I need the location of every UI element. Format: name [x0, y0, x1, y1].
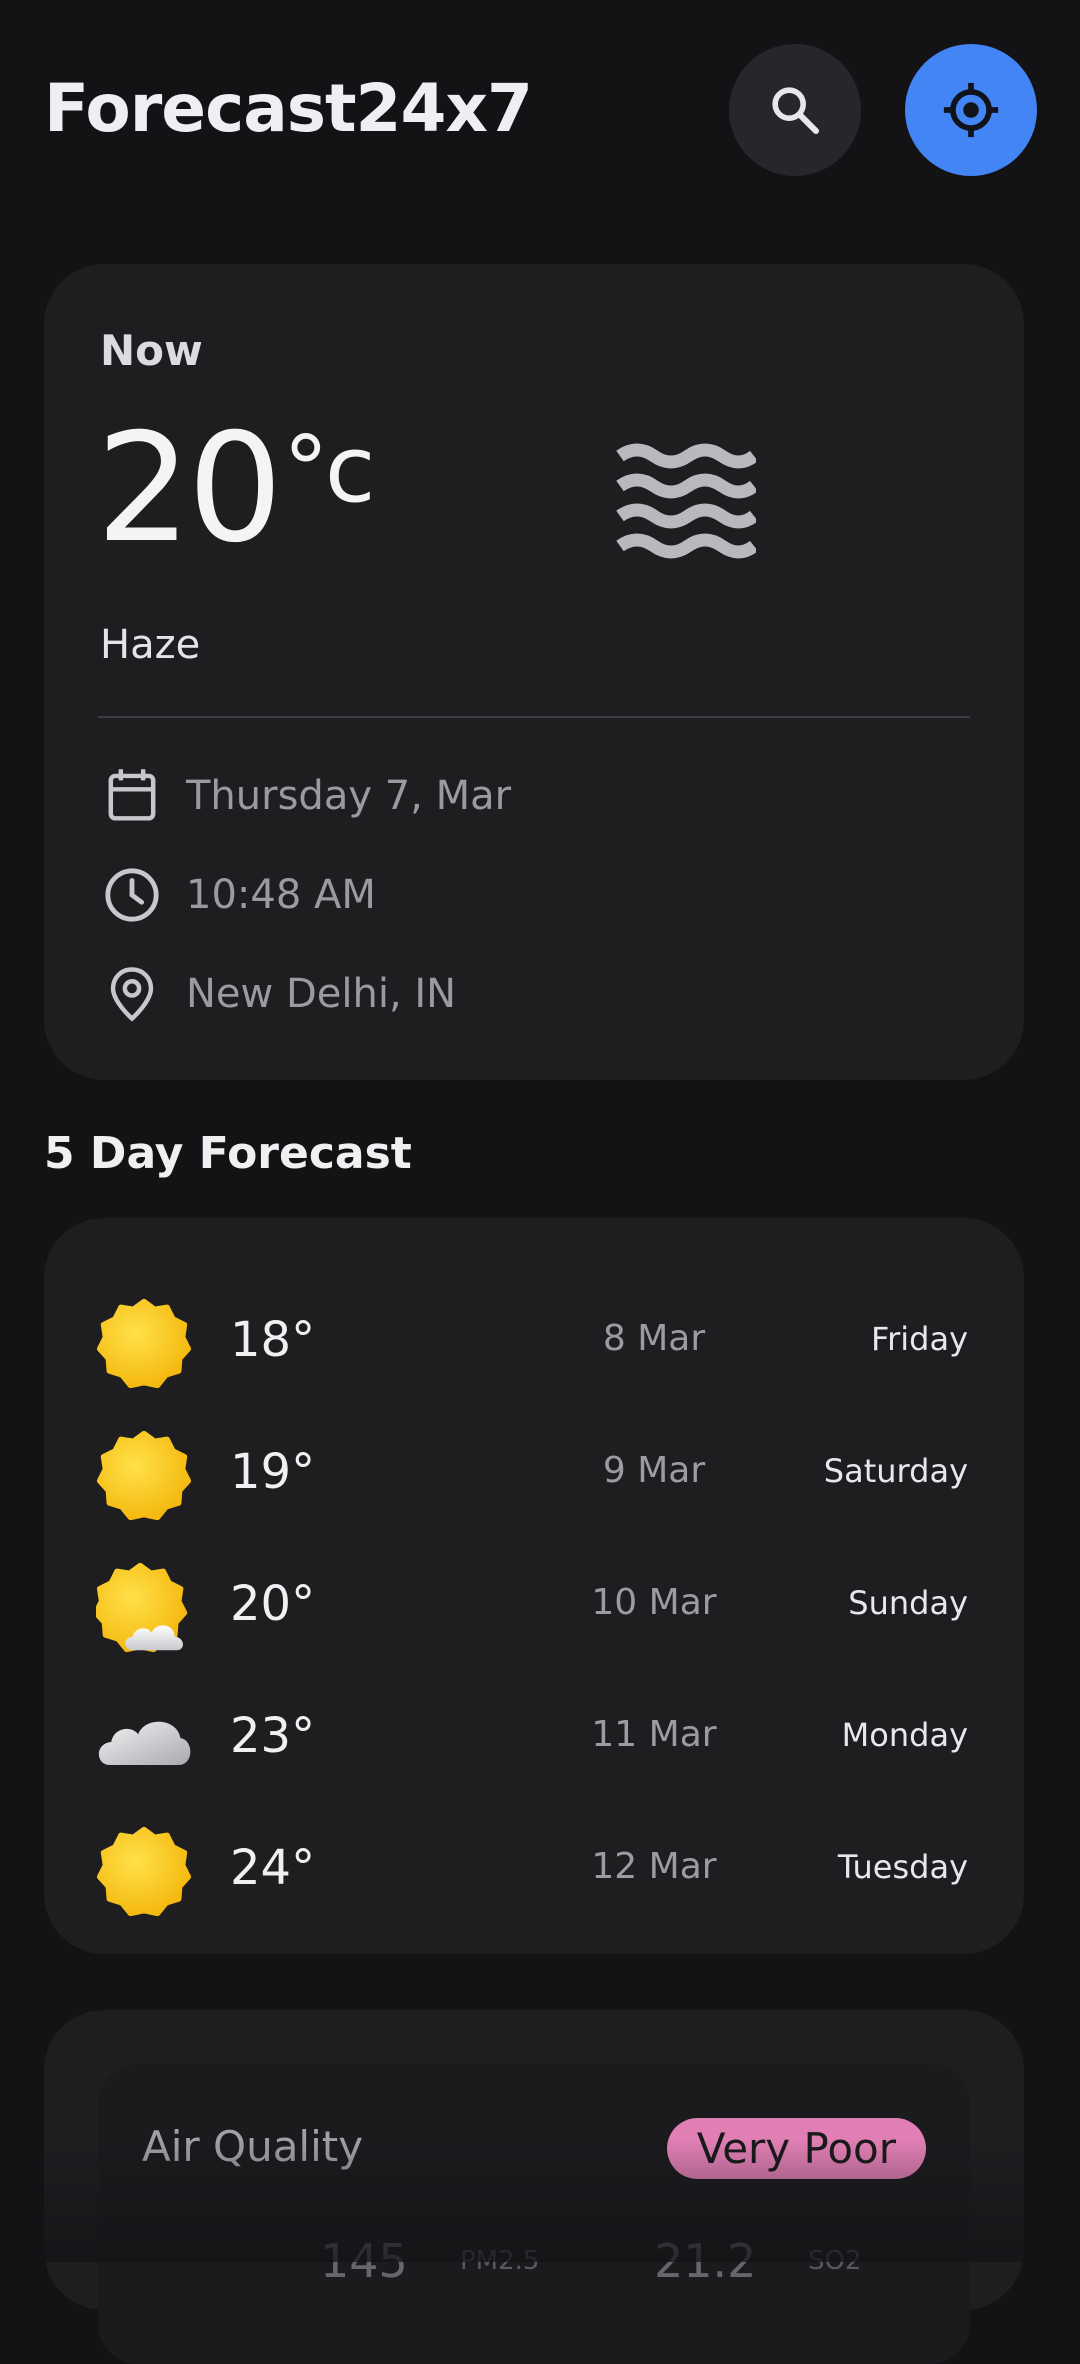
forecast-day: Monday [841, 1716, 968, 1754]
temperature-value: 20 [96, 402, 283, 576]
sun-icon [96, 1298, 192, 1389]
forecast-row: 19° 9 Mar Saturday [44, 1406, 1024, 1538]
sun-icon [96, 1430, 192, 1521]
forecast-row: 18° 8 Mar Friday [44, 1274, 1024, 1406]
forecast-row: 20° 10 Mar Sunday [44, 1538, 1024, 1670]
forecast-temperature: 20° [230, 1576, 316, 1632]
forecast-day: Tuesday [837, 1848, 968, 1886]
forecast-temperature: 19° [230, 1444, 316, 1500]
forecast-day: Sunday [848, 1584, 968, 1622]
haze-icon [616, 442, 759, 564]
air-quality-card: Air Quality Very Poor 145 PM2.5 21.2 SO2 [44, 2010, 1024, 2364]
forecast-row: 23° 11 Mar Monday [44, 1670, 1024, 1802]
search-icon [772, 87, 820, 135]
forecast-date: 8 Mar [602, 1318, 706, 1359]
so2-label: SO2 [808, 2246, 862, 2276]
current-location: New Delhi, IN [186, 971, 457, 1017]
so2-value: 21.2 [654, 2234, 757, 2288]
forecast-day: Friday [871, 1320, 968, 1358]
air-quality-panel: Air Quality Very Poor 145 PM2.5 21.2 SO2 [98, 2064, 970, 2364]
calendar-icon [100, 764, 164, 828]
forecast-date: 11 Mar [591, 1714, 717, 1755]
forecast-date: 9 Mar [602, 1450, 706, 1491]
sun-icon [96, 1826, 192, 1917]
current-date: Thursday 7, Mar [186, 773, 512, 819]
forecast-row: 24° 12 Mar Tuesday [44, 1802, 1024, 1934]
cloud-icon [98, 1721, 191, 1765]
divider [98, 716, 970, 718]
current-time: 10:48 AM [186, 872, 376, 918]
forecast-temperature: 23° [230, 1708, 316, 1764]
now-label: Now [100, 326, 203, 375]
temperature-unit: °c [282, 416, 376, 523]
app-title: Forecast24x7 [44, 70, 533, 147]
forecast-date: 10 Mar [591, 1582, 717, 1623]
forecast-date: 12 Mar [591, 1846, 717, 1887]
location-pin-icon [100, 962, 164, 1026]
forecast-card: 18° 8 Mar Friday 19° 9 Mar Saturday 20° … [44, 1218, 1024, 1954]
partly-cloudy-icon [96, 1562, 188, 1653]
forecast-day: Saturday [823, 1452, 968, 1490]
location-row: New Delhi, IN [100, 962, 456, 1026]
forecast-temperature: 24° [230, 1840, 316, 1896]
forecast-section-title: 5 Day Forecast [44, 1128, 412, 1179]
pm25-value: 145 [320, 2234, 408, 2288]
date-row: Thursday 7, Mar [100, 764, 511, 828]
time-row: 10:48 AM [100, 863, 376, 927]
current-location-button[interactable] [905, 44, 1037, 176]
air-quality-status-badge: Very Poor [666, 2118, 926, 2179]
current-weather-card: Now 20°c Haze Thursday 7, Mar 10:48 AM N… [44, 264, 1024, 1080]
my-location-icon [943, 82, 999, 138]
forecast-temperature: 18° [230, 1312, 316, 1368]
weather-condition: Haze [100, 622, 201, 668]
current-temperature: 20°c [96, 414, 376, 564]
air-quality-title: Air Quality [142, 2122, 364, 2171]
clock-icon [100, 863, 164, 927]
pm25-label: PM2.5 [460, 2246, 540, 2276]
search-button[interactable] [729, 44, 861, 176]
